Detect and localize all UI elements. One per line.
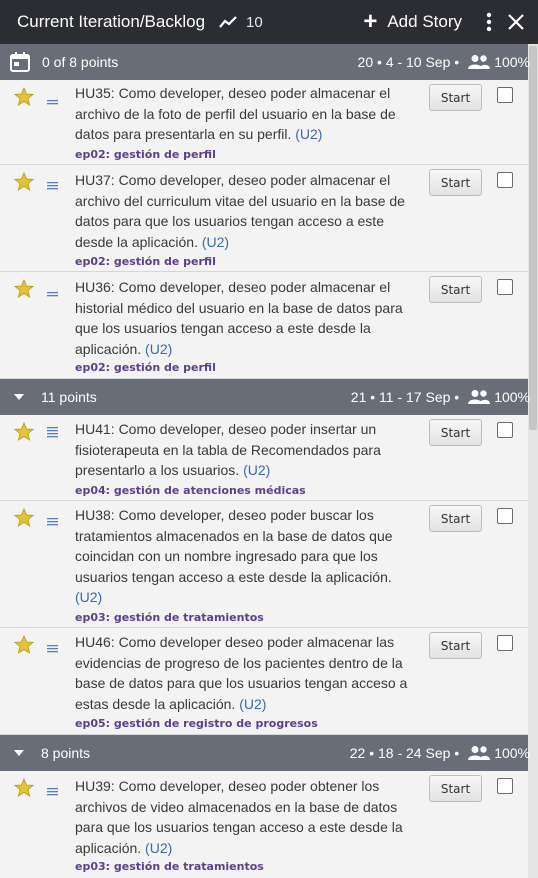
iteration-percent: 100% (494, 745, 530, 761)
close-icon[interactable] (508, 14, 524, 30)
star-icon (13, 777, 35, 802)
star-icon (13, 507, 35, 532)
story-item[interactable]: HU35: Como developer, deseo poder almace… (0, 80, 528, 165)
story-item[interactable]: HU39: Como developer, deseo poder obtene… (0, 771, 528, 878)
iteration-points: 0 of 8 points (42, 54, 119, 70)
people-icon (467, 389, 491, 405)
feature-icon (47, 781, 58, 804)
star-icon (13, 278, 35, 303)
story-label[interactable]: (U2) (145, 840, 172, 856)
story-item[interactable]: HU36: Como developer, deseo poder almace… (0, 272, 528, 379)
iteration-points: 8 points (41, 745, 91, 761)
iteration-header[interactable]: 11 points 21 • 11 - 17 Sep • 100% (0, 379, 530, 415)
story-checkbox[interactable] (497, 172, 513, 188)
star-icon (13, 171, 35, 196)
story-list: 0 of 8 points 20 • 4 - 10 Sep • 100% HU3… (0, 44, 530, 878)
start-button[interactable]: Start (429, 505, 482, 532)
epic-label[interactable]: ep03: gestión de tratamientos (75, 611, 264, 624)
story-text: HU37: Como developer, deseo poder almace… (75, 172, 405, 250)
story-label[interactable]: (U2) (145, 341, 172, 357)
feature-icon (47, 90, 58, 113)
story-item[interactable]: HU46: Como developer deseo poder almacen… (0, 628, 528, 735)
trend-line-icon (219, 15, 237, 29)
iteration-percent: 100% (494, 389, 530, 405)
kebab-menu-icon[interactable] (486, 12, 492, 32)
story-checkbox[interactable] (497, 635, 513, 651)
iteration-points: 11 points (41, 389, 97, 405)
epic-label[interactable]: ep04: gestión de atenciones médicas (75, 484, 306, 497)
story-label[interactable]: (U2) (243, 462, 270, 478)
story-label[interactable]: (U2) (75, 589, 102, 605)
story-title: HU35: Como developer, deseo poder almace… (75, 83, 421, 145)
story-item[interactable]: HU37: Como developer, deseo poder almace… (0, 165, 528, 272)
star-icon (13, 421, 35, 446)
epic-label[interactable]: ep03: gestión de tratamientos (75, 860, 264, 873)
caret-down-icon[interactable] (13, 749, 25, 757)
story-label[interactable]: (U2) (295, 126, 322, 142)
epic-label[interactable]: ep05: gestión de registro de progresos (75, 717, 318, 730)
plus-icon: + (363, 8, 378, 35)
story-checkbox[interactable] (497, 279, 513, 295)
iteration-header[interactable]: 0 of 8 points 20 • 4 - 10 Sep • 100% (0, 44, 530, 80)
iteration-meta: 21 • 11 - 17 Sep • 100% (350, 389, 530, 405)
start-button[interactable]: Start (429, 632, 482, 659)
story-checkbox[interactable] (497, 778, 513, 794)
velocity-value: 10 (246, 13, 263, 31)
story-text: HU36: Como developer, deseo poder almace… (75, 279, 403, 357)
start-button[interactable]: Start (429, 169, 482, 196)
feature-icon (47, 175, 58, 198)
add-story-label: Add Story (387, 12, 462, 31)
story-title: HU38: Como developer, deseo poder buscar… (75, 505, 421, 608)
story-label[interactable]: (U2) (239, 696, 266, 712)
story-title: HU46: Como developer deseo poder almacen… (75, 632, 421, 714)
iteration-dates: 21 • 11 - 17 Sep • (350, 389, 460, 405)
feature-icon (47, 638, 58, 661)
star-icon (13, 86, 35, 111)
start-button[interactable]: Start (429, 775, 482, 802)
iteration-header[interactable]: 8 points 22 • 18 - 24 Sep • 100% (0, 735, 530, 771)
iteration-percent: 100% (494, 54, 530, 70)
story-text: HU41: Como developer, deseo poder insert… (75, 421, 381, 478)
story-text: HU35: Como developer, deseo poder almace… (75, 85, 396, 142)
epic-label[interactable]: ep02: gestión de perfil (75, 361, 216, 374)
star-icon (13, 634, 35, 659)
caret-down-icon[interactable] (13, 393, 25, 401)
people-icon (467, 745, 491, 761)
epic-label[interactable]: ep02: gestión de perfil (75, 148, 216, 161)
story-text: HU39: Como developer, deseo poder obtene… (75, 778, 403, 856)
panel-title: Current Iteration/Backlog (17, 12, 206, 31)
story-title: HU37: Como developer, deseo poder almace… (75, 170, 421, 252)
feature-icon (47, 282, 58, 305)
scrollbar-thumb[interactable] (529, 46, 537, 430)
story-checkbox[interactable] (497, 508, 513, 524)
add-story-button[interactable]: + Add Story (363, 8, 462, 35)
story-item[interactable]: HU38: Como developer, deseo poder buscar… (0, 501, 528, 628)
start-button[interactable]: Start (429, 419, 482, 446)
start-button[interactable]: Start (429, 84, 482, 111)
story-label[interactable]: (U2) (202, 234, 229, 250)
people-icon (467, 54, 491, 70)
iteration-dates: 22 • 18 - 24 Sep • (349, 745, 460, 761)
epic-label[interactable]: ep02: gestión de perfil (75, 255, 216, 268)
story-title: HU41: Como developer, deseo poder insert… (75, 419, 421, 481)
story-checkbox[interactable] (497, 422, 513, 438)
story-text: HU38: Como developer, deseo poder buscar… (75, 507, 393, 585)
iteration-meta: 20 • 4 - 10 Sep • 100% (357, 54, 530, 70)
start-button[interactable]: Start (429, 276, 482, 303)
feature-icon (47, 511, 58, 534)
story-checkbox[interactable] (497, 87, 513, 103)
calendar-icon (9, 51, 31, 73)
iteration-meta: 22 • 18 - 24 Sep • 100% (349, 745, 530, 761)
story-title: HU39: Como developer, deseo poder obtene… (75, 776, 421, 858)
story-item[interactable]: HU41: Como developer, deseo poder insert… (0, 415, 528, 501)
story-title: HU36: Como developer, deseo poder almace… (75, 277, 421, 359)
panel-header: Current Iteration/Backlog 10 + Add Story (0, 0, 538, 44)
iteration-dates: 20 • 4 - 10 Sep • (357, 54, 460, 70)
feature-icon (47, 423, 58, 446)
